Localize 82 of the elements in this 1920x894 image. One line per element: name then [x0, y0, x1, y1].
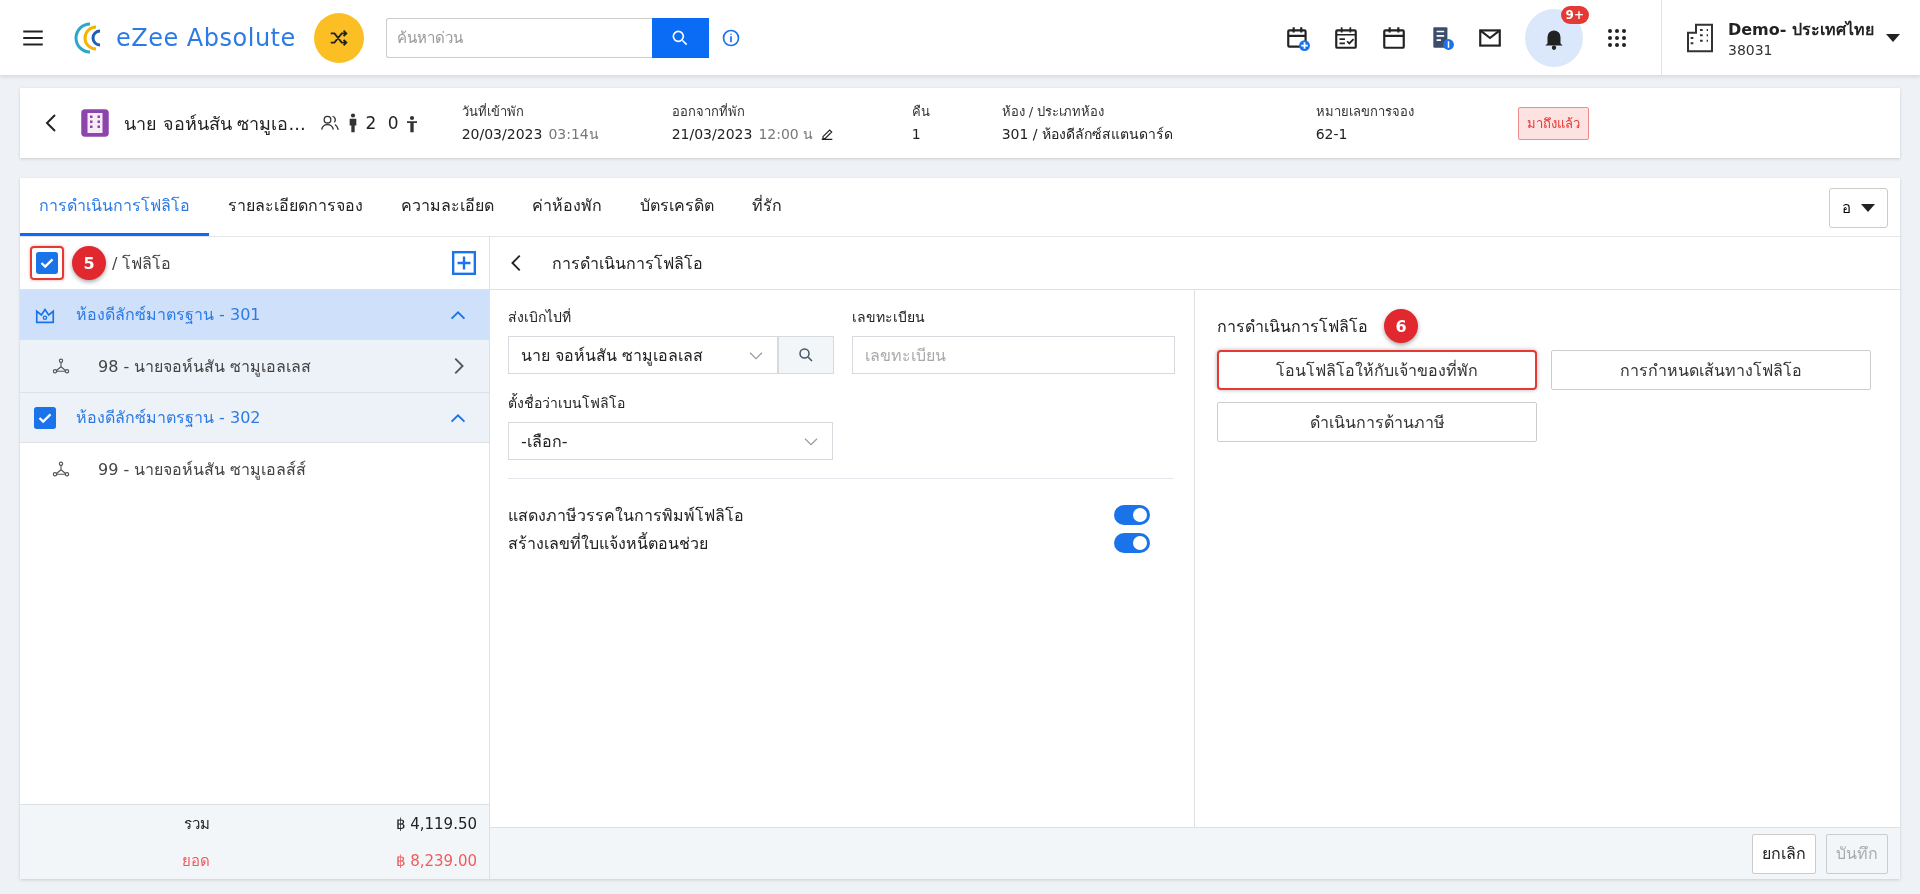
total-label: รวม [183, 813, 210, 835]
toggle-switch[interactable] [1114, 533, 1150, 553]
folio-row[interactable]: 99 - นายจอห์นสัน ซามูเอลส์ส์ [20, 443, 489, 495]
field-value: 62-1 [1315, 125, 1348, 142]
network-icon [52, 357, 70, 375]
total-value: ฿ 4,119.50 [394, 814, 477, 833]
tab[interactable]: ค่าห้องพัก [513, 178, 621, 236]
tab[interactable]: ความละเอียด [382, 178, 513, 236]
caret-icon [1886, 33, 1900, 42]
section-title: การดำเนินการโฟลิโอ [552, 252, 703, 275]
calendar-plus-icon [1285, 24, 1311, 51]
field-label: ห้อง / ประเภทห้อง [1001, 102, 1106, 121]
time-value: 12:00 น [758, 124, 814, 144]
folio-label: 98 - นายจอห์นสัน ซามูเอลเลส [98, 355, 312, 379]
brand-name: eZee Absolute [116, 23, 296, 52]
field-label: ออกจากที่พัก [671, 102, 746, 121]
search-button[interactable] [778, 336, 834, 374]
toggle-label: สร้างเลขที่ใบแจ้งหนี้ตอนช่วย [508, 531, 708, 555]
field-value: 301 / ห้องดีลักซ์สแตนดาร์ด [1001, 124, 1173, 144]
room-label: ห้องดีลักซ์มาตรฐาน - 301 [76, 304, 261, 326]
search-button[interactable] [651, 17, 709, 58]
action-button[interactable]: โอนโฟลิโอให้กับเจ้าของที่พัก [1217, 350, 1537, 390]
building-icon [1684, 21, 1716, 54]
new-booking-button[interactable] [1285, 24, 1311, 51]
calendar-button[interactable] [1381, 24, 1407, 51]
toggle-label: แสดงภาษีวรรคในการพิมพ์โฟลิโอ [508, 504, 744, 527]
registration-field[interactable]: เลขทะเบียน [852, 336, 1175, 374]
notification-badge: 9+ [1560, 5, 1589, 24]
folio-label: 99 - นายจอห์นสัน ซามูเอลส์ส์ [98, 458, 307, 482]
field-value: 1 [911, 125, 921, 142]
section-title: การดำเนินการโฟลิโอ [1217, 315, 1368, 338]
tab[interactable]: รายละเอียดการจอง [209, 178, 382, 236]
tab-menu-dropdown[interactable]: อ [1829, 188, 1888, 228]
field-label: คืน [911, 102, 931, 121]
checkbox-checked-icon [34, 406, 56, 429]
footer-button[interactable]: ยกเลิก [1752, 833, 1816, 874]
step-badge: 6 [1384, 309, 1418, 343]
time-value: 03:14น [548, 124, 599, 144]
property-code: 38031 [1728, 42, 1774, 58]
status-badge: มาถึงแล้ว [1517, 106, 1589, 140]
hotel-icon [80, 108, 110, 138]
toggle-switch[interactable] [1114, 505, 1150, 525]
caret-icon [1861, 204, 1875, 212]
recipient-select[interactable]: นาย จอห์นสัน ซามูเอลเลส [508, 336, 778, 374]
list-header-label: / โฟลิโอ [112, 252, 172, 275]
action-button[interactable]: ดำเนินการด้านภาษี [1217, 402, 1537, 442]
calendar-check-icon [1333, 24, 1359, 51]
property-name: Demo- ประเทศไทย [1728, 19, 1874, 41]
property-dropdown-button[interactable] [1886, 33, 1900, 42]
search-field[interactable]: ค้นหาด่วน [385, 17, 652, 58]
adult-count: 2 [365, 113, 377, 133]
room-label: ห้องดีลักซ์มาตรฐาน - 302 [76, 407, 261, 429]
total-value: ฿ 8,239.00 [394, 851, 477, 870]
calendar-check-button[interactable] [1333, 24, 1359, 51]
room-row[interactable]: ห้องดีลักซ์มาตรฐาน - 302 [20, 393, 489, 443]
field-value: 20/03/2023 [461, 125, 543, 142]
search-icon [797, 346, 815, 364]
checkbox[interactable] [34, 406, 56, 429]
info-icon [720, 27, 741, 48]
tab[interactable]: การดำเนินการโฟลิโอ [20, 178, 209, 236]
child-count: 0 [387, 113, 399, 133]
folio-name-select[interactable]: -เลือก- [508, 422, 833, 460]
action-button[interactable]: การกำหนดเส้นทางโฟลิโอ [1551, 350, 1871, 390]
field-label: วันที่เข้าพัก [461, 102, 525, 121]
guest-name: นาย จอห์นสัน ซามูเอ... [124, 111, 306, 137]
checkbox[interactable] [36, 252, 58, 274]
tab[interactable]: ที่รัก [733, 178, 801, 236]
calendar-icon [1381, 24, 1407, 51]
plus-icon [451, 250, 477, 276]
field-label: หมายเลขการจอง [1315, 102, 1415, 121]
add-button[interactable] [451, 250, 477, 276]
field-label: เลขทะเบียน [852, 308, 926, 327]
tab[interactable]: บัตรเครดิต [621, 178, 733, 236]
folio-row[interactable]: 98 - นายจอห์นสัน ซามูเอลเลส [20, 340, 489, 393]
step-badge: 5 [72, 246, 106, 280]
field-value: 21/03/2023 [671, 125, 753, 142]
field-label: ตั้งชื่อว่าเบนโฟลิโอ [508, 392, 626, 413]
total-label: ยอด [181, 850, 210, 872]
network-icon [52, 460, 70, 478]
guests-icon [319, 113, 340, 133]
field-label: ส่งเบิกไปที่ [508, 307, 572, 327]
checkbox-checked-icon [36, 252, 58, 274]
